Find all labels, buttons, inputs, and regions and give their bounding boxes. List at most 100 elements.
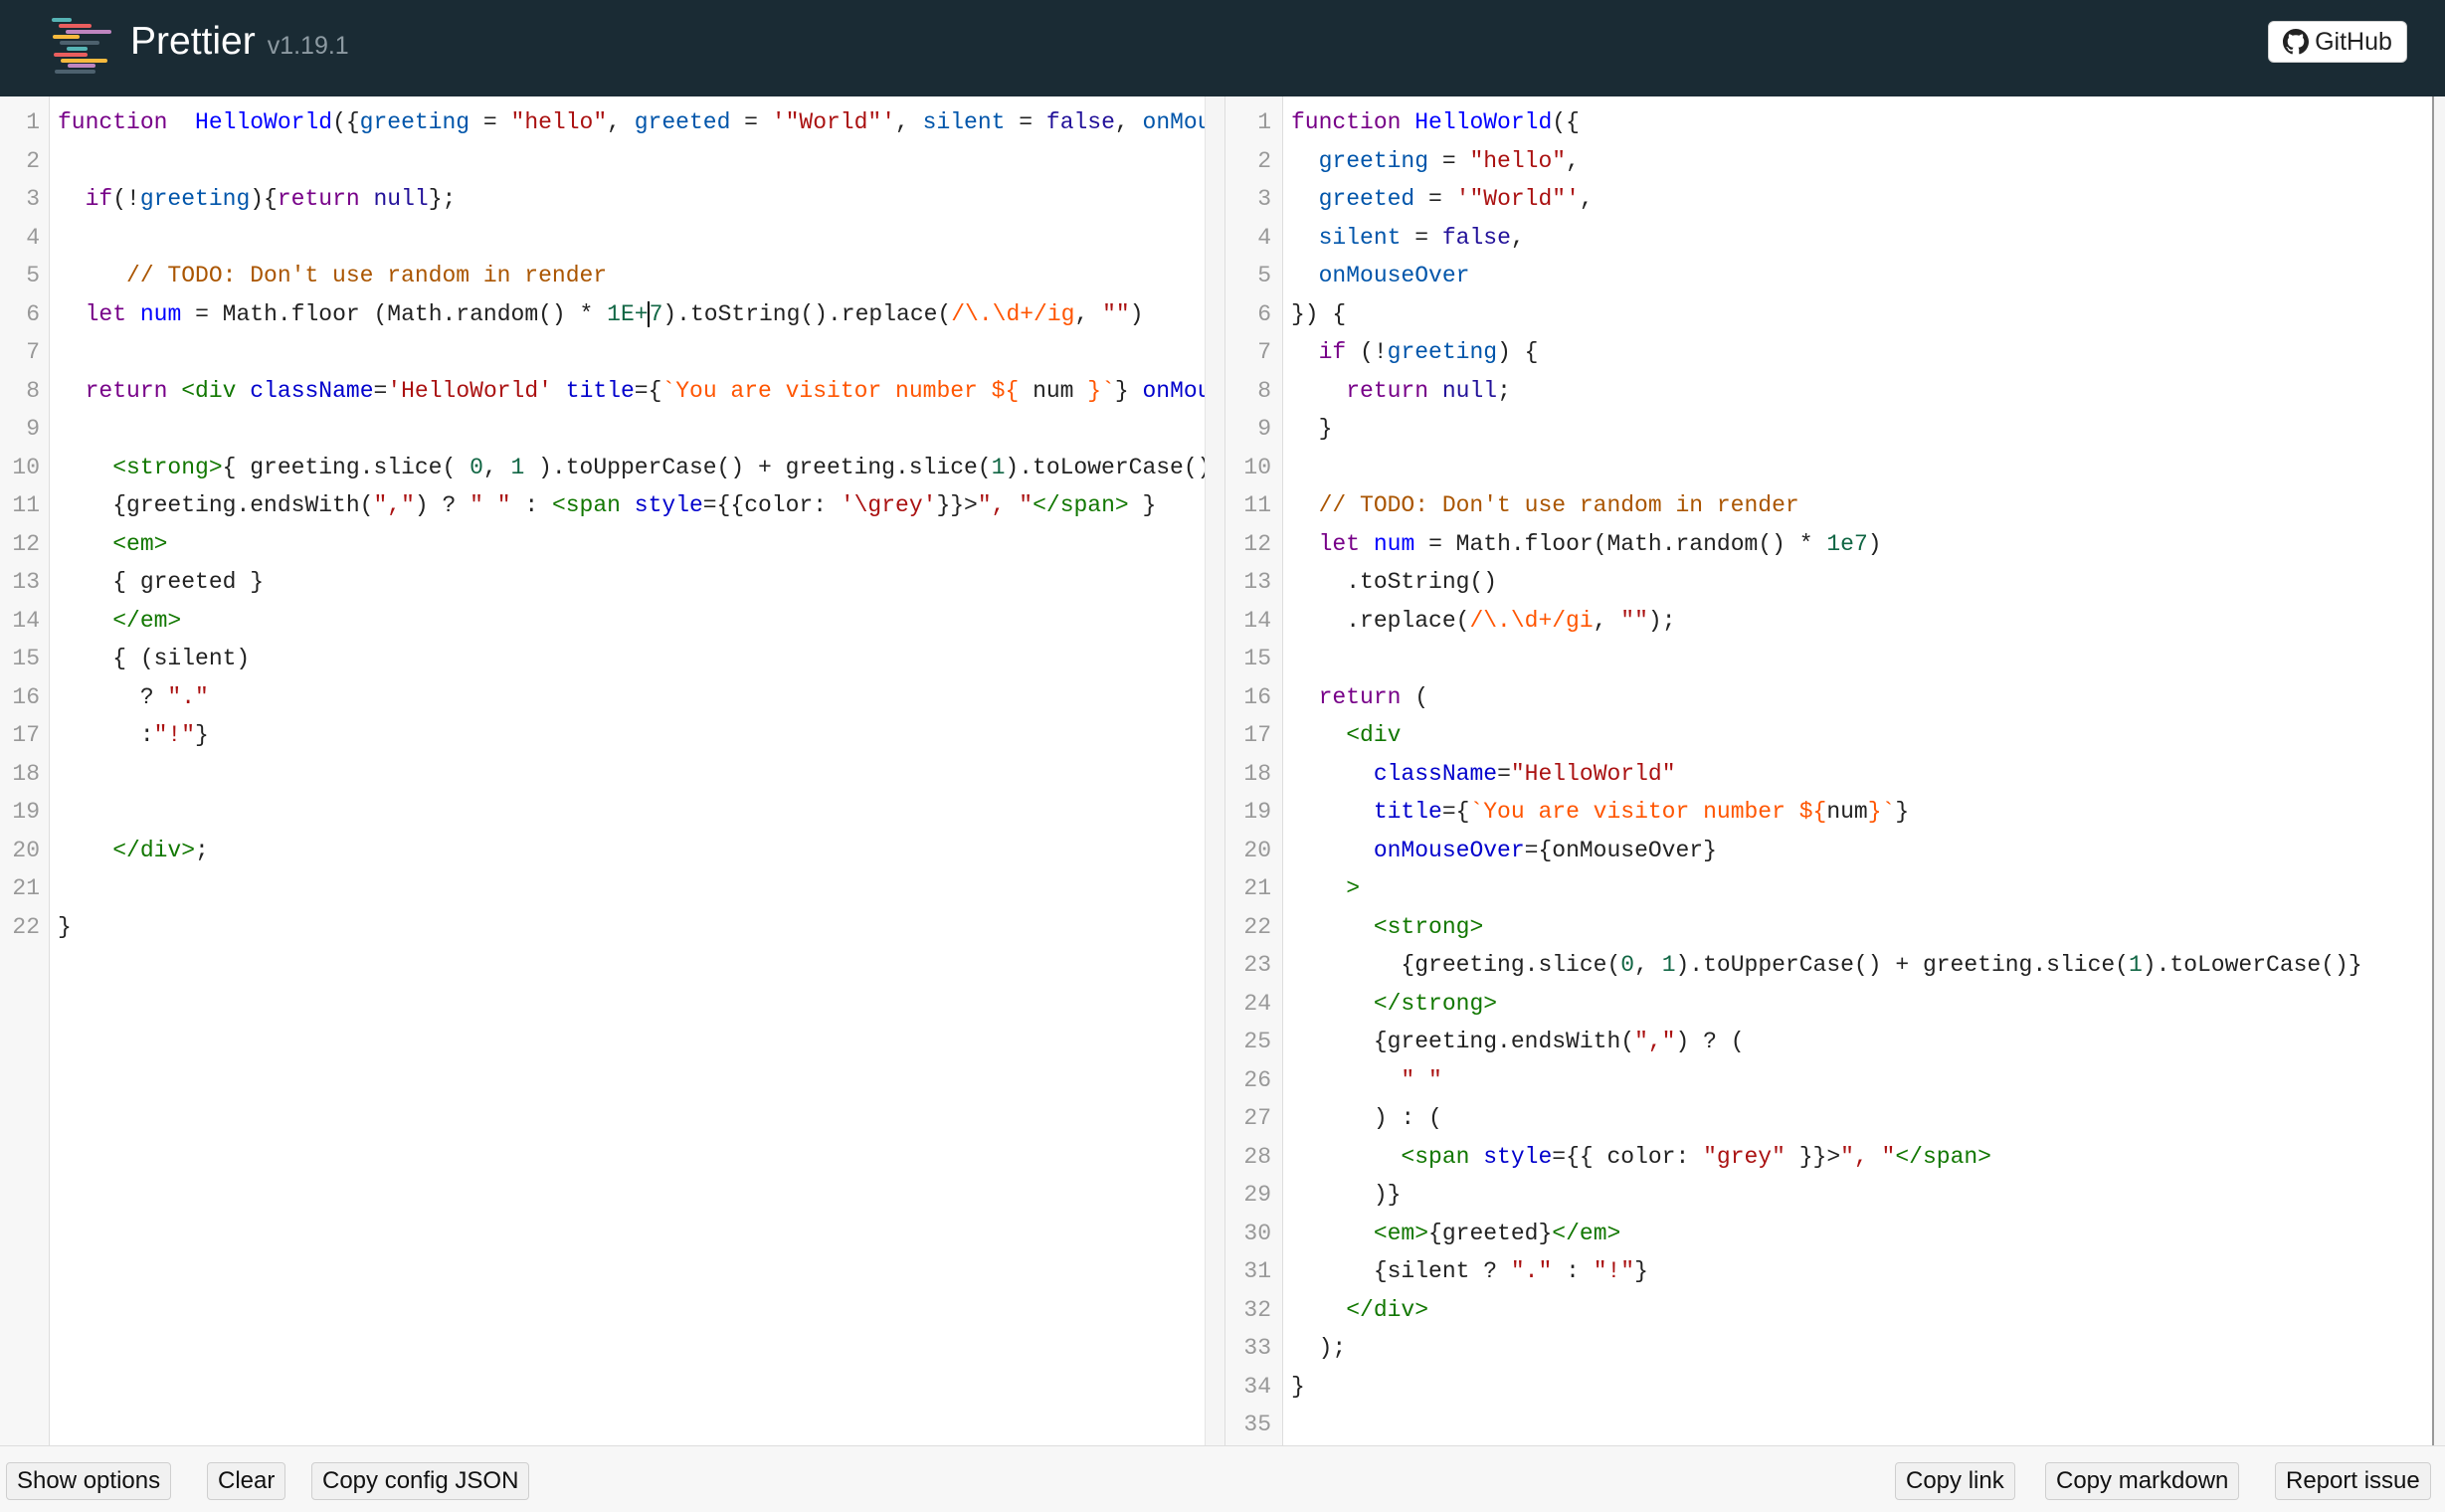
code-token: ).toLowerCase() } [1005, 454, 1225, 480]
code-line[interactable]: 11 {greeting.endsWith(",") ? " " : <span… [0, 486, 1156, 524]
line-number: 20 [12, 837, 40, 863]
code-line[interactable]: 20 </div>; [0, 832, 208, 869]
code-line[interactable]: 28 <span style={{ color: "grey" }}>", "<… [1225, 1138, 1991, 1176]
code-token: 1 [2128, 952, 2143, 978]
code-line[interactable]: 17 :"!"} [0, 716, 208, 754]
code-line[interactable]: 29 )} [1225, 1176, 1401, 1214]
logo-bar [53, 35, 80, 40]
code-line[interactable]: 16 ? "." [0, 678, 208, 716]
output-editor[interactable]: 1 function HelloWorld({2 greeting = "hell… [1225, 96, 2445, 1445]
code-line[interactable]: 6 let num = Math.floor (Math.random() * … [0, 295, 1144, 333]
code-line[interactable]: 3 if(!greeting){return null}; [0, 180, 456, 218]
copy-link-button[interactable]: Copy link [1895, 1462, 2015, 1500]
code-line[interactable]: 27 ) : ( [1225, 1099, 1441, 1137]
code-line[interactable]: 13 { greeted } [0, 563, 264, 601]
code-line[interactable]: 10 <strong>{ greeting.slice( 0, 1 ).toUp… [0, 449, 1225, 486]
code-line[interactable]: 22} [0, 908, 71, 946]
output-scrollbar[interactable] [2432, 96, 2445, 1445]
code-line[interactable]: 14 .replace(/\.\d+/gi, ""); [1225, 602, 1675, 640]
code-line[interactable]: 12 let num = Math.floor(Math.random() * … [1225, 525, 1881, 563]
code-line[interactable]: 4 silent = false, [1225, 219, 1525, 257]
code-line[interactable]: 34} [1225, 1368, 1304, 1406]
code-line[interactable]: 4 [0, 219, 58, 257]
code-line[interactable]: 26 " " [1225, 1061, 1441, 1099]
code-line[interactable]: 23 {greeting.slice(0, 1).toUpperCase() +… [1225, 946, 2361, 984]
code-line[interactable]: 12 <em> [0, 525, 167, 563]
code-line[interactable]: 8 return null; [1225, 372, 1511, 410]
copy-markdown-button[interactable]: Copy markdown [2045, 1462, 2240, 1500]
code-line[interactable]: 15 { (silent) [0, 640, 250, 677]
code-line[interactable]: 35 [1225, 1406, 1291, 1443]
code-line[interactable]: 2 greeting = "hello", [1225, 142, 1580, 180]
code-line[interactable]: 15 [1225, 640, 1291, 677]
code-line[interactable]: 2 [0, 142, 58, 180]
line-number: 29 [1243, 1182, 1271, 1208]
line-number: 15 [12, 646, 40, 671]
code-line[interactable]: 7 if (!greeting) { [1225, 333, 1538, 371]
code-line[interactable]: 25 {greeting.endsWith(",") ? ( [1225, 1023, 1745, 1060]
code-line[interactable]: 14 </em> [0, 602, 181, 640]
code-line[interactable]: 6}) { [1225, 295, 1346, 333]
line-number: 14 [12, 607, 40, 634]
code-line[interactable]: 18 className="HelloWorld" [1225, 755, 1675, 793]
code-token: : [1552, 1258, 1594, 1284]
code-line[interactable]: 20 onMouseOver={onMouseOver} [1225, 832, 1717, 869]
code-line[interactable]: 24 </strong> [1225, 985, 1497, 1023]
code-line[interactable]: 30 <em>{greeted}</em> [1225, 1215, 1620, 1252]
code-token: ; [1497, 377, 1511, 404]
input-editor[interactable]: 1 function HelloWorld({greeting = "hello"… [0, 96, 1225, 1445]
line-number: 17 [12, 722, 40, 748]
code-token: ) ? ( [1675, 1029, 1745, 1054]
code-token: return [1318, 683, 1402, 710]
code-line[interactable]: 17 <div [1225, 716, 1401, 754]
code-token: 1 [991, 454, 1006, 480]
code-token: </strong> [1373, 990, 1498, 1017]
code-line[interactable]: 33 ); [1225, 1329, 1346, 1367]
code-line[interactable]: 22 <strong> [1225, 908, 1483, 946]
copy-config-json-button[interactable]: Copy config JSON [311, 1462, 530, 1500]
code-line[interactable]: 21 > [1225, 869, 1360, 907]
code-token: let [1318, 530, 1361, 557]
code-line[interactable]: 19 title={`You are visitor number ${num}… [1225, 793, 1909, 831]
code-line[interactable]: 9 } [1225, 410, 1332, 448]
code-line[interactable]: 1 function HelloWorld({ [1225, 103, 1580, 141]
code-token: = [1497, 760, 1511, 787]
code-line[interactable]: 7 [0, 333, 58, 371]
code-line[interactable]: 16 return ( [1225, 678, 1428, 716]
code-line[interactable]: 18 [0, 755, 58, 793]
code-token: style [634, 492, 703, 518]
code-token: ={ [634, 377, 662, 404]
code-token: , [1566, 147, 1580, 174]
github-button[interactable]: GitHub [2268, 21, 2407, 63]
code-line[interactable]: 19 [0, 793, 58, 831]
line-number: 28 [1243, 1143, 1271, 1170]
code-line[interactable]: 9 [0, 410, 58, 448]
code-line[interactable]: 21 [0, 869, 58, 907]
clear-button[interactable]: Clear [207, 1462, 286, 1500]
code-line[interactable]: 8 return <div className='HelloWorld' tit… [0, 372, 1224, 410]
code-line[interactable]: 3 greeted = '"World"', [1225, 180, 1594, 218]
code-line[interactable]: 1 function HelloWorld({greeting = "hello"… [0, 103, 1224, 141]
code-token: .toString() [1291, 569, 1498, 595]
code-line[interactable]: 5 // TODO: Don't use random in render [0, 257, 607, 294]
code-line[interactable]: 11 // TODO: Don't use random in render [1225, 486, 1798, 524]
code-token: 1 [1661, 952, 1676, 978]
code-line[interactable]: 5 onMouseOver [1225, 257, 1469, 294]
show-options-button[interactable]: Show options [6, 1462, 172, 1500]
code-token: ={{color: [702, 492, 841, 518]
code-line[interactable]: 10 [1225, 449, 1291, 486]
code-line[interactable]: 13 .toString() [1225, 563, 1497, 601]
report-issue-button[interactable]: Report issue [2275, 1462, 2431, 1500]
code-line[interactable]: 32 </div> [1225, 1291, 1428, 1329]
code-token: let [85, 300, 127, 327]
code-line[interactable]: 31 {silent ? "." : "!"} [1225, 1252, 1648, 1290]
code-token: ).toUpperCase() + greeting.slice( [524, 454, 992, 480]
input-scrollbar[interactable] [1205, 96, 1224, 1445]
